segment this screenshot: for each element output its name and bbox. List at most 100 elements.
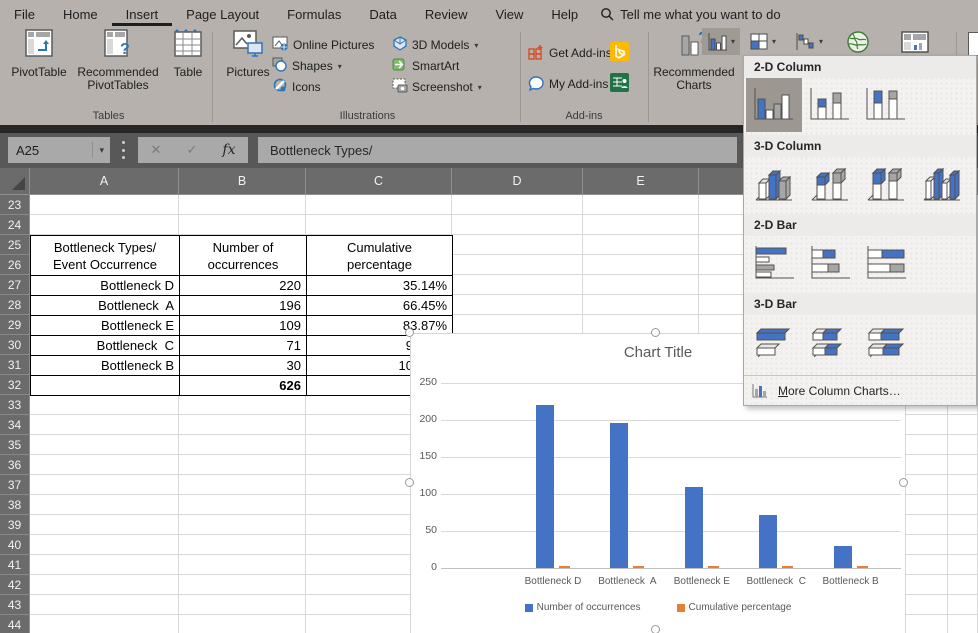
table-row-label[interactable]: Bottleneck D — [31, 276, 180, 296]
column-header-B[interactable]: B — [179, 168, 306, 195]
bar-cumulative-5[interactable] — [857, 566, 868, 568]
column-header-E[interactable]: E — [583, 168, 699, 195]
chart-option-column-3d-clustered[interactable] — [746, 157, 802, 211]
row-header-36[interactable]: 36 — [0, 455, 30, 475]
bar-occurrences-3[interactable] — [685, 487, 703, 568]
table-header-cell[interactable]: Number ofoccurrences — [180, 236, 307, 276]
row-header-30[interactable]: 30 — [0, 335, 30, 355]
chart-resize-handle-middle-left[interactable] — [405, 478, 414, 487]
recommended-pivottables-button[interactable]: ? RecommendedPivotTables — [72, 28, 164, 92]
row-header-43[interactable]: 43 — [0, 595, 30, 615]
table-header-cell[interactable]: Bottleneck Types/Event Occurrence — [31, 236, 180, 276]
tab-home[interactable]: Home — [49, 2, 112, 26]
table-row-cumulative[interactable]: 66.45% — [307, 296, 453, 316]
row-header-31[interactable]: 31 — [0, 355, 30, 375]
chart-option-bar-2d-clustered[interactable] — [746, 236, 802, 290]
icons-button[interactable]: Icons — [272, 78, 321, 96]
bar-occurrences-4[interactable] — [759, 515, 777, 568]
my-addins-button[interactable]: My Add-ins▾ — [528, 75, 617, 93]
chart-option-column-3d[interactable] — [914, 157, 970, 211]
table-row-label[interactable]: Bottleneck E — [31, 316, 180, 336]
row-header-33[interactable]: 33 — [0, 395, 30, 415]
bar-occurrences-1[interactable] — [536, 405, 554, 568]
pictures-button[interactable]: Pictures — [222, 28, 274, 79]
tab-review[interactable]: Review — [411, 2, 482, 26]
column-header-D[interactable]: D — [452, 168, 583, 195]
bar-occurrences-2[interactable] — [610, 423, 628, 568]
row-header-24[interactable]: 24 — [0, 215, 30, 235]
data-table[interactable]: Bottleneck Types/Event OccurrenceNumber … — [30, 235, 453, 396]
insert-waterfall-chart-button[interactable]: ▾ — [790, 28, 828, 55]
row-header-39[interactable]: 39 — [0, 515, 30, 535]
smartart-button[interactable]: SmartArt — [392, 57, 459, 75]
row-header-34[interactable]: 34 — [0, 415, 30, 435]
table-total-cell[interactable]: 626 — [180, 376, 307, 396]
online-pictures-button[interactable]: Online Pictures — [272, 36, 374, 54]
table-row-occurrences[interactable]: 220 — [180, 276, 307, 296]
screenshot-button[interactable]: Screenshot▾ — [392, 78, 482, 96]
tab-formulas[interactable]: Formulas — [273, 2, 355, 26]
name-box[interactable]: A25 ▾ — [8, 137, 110, 163]
chart-resize-handle-middle-right[interactable] — [899, 478, 908, 487]
shapes-button[interactable]: Shapes▾ — [272, 57, 342, 75]
table-header-cell[interactable]: Cumulativepercentage — [307, 236, 453, 276]
row-header-29[interactable]: 29 — [0, 315, 30, 335]
row-header-26[interactable]: 26 — [0, 255, 30, 275]
table-row-label[interactable]: Bottleneck B — [31, 356, 180, 376]
row-header-44[interactable]: 44 — [0, 615, 30, 633]
enter-icon[interactable]: ✓ — [186, 142, 197, 158]
3d-models-button[interactable]: 3D Models▾ — [392, 36, 478, 54]
tab-insert[interactable]: Insert — [112, 2, 173, 26]
chart-option-bar-3d-stacked[interactable] — [802, 315, 858, 369]
bar-occurrences-5[interactable] — [834, 546, 852, 568]
insert-function-icon[interactable]: fx — [222, 142, 235, 158]
formula-input[interactable]: Bottleneck Types/ — [258, 137, 737, 163]
row-header-28[interactable]: 28 — [0, 295, 30, 315]
chart-option-bar-2d-stacked[interactable] — [802, 236, 858, 290]
maps-button[interactable] — [840, 28, 876, 55]
row-header-38[interactable]: 38 — [0, 495, 30, 515]
tab-data[interactable]: Data — [355, 2, 410, 26]
insert-column-chart-button[interactable]: ▾ — [702, 28, 740, 55]
tab-help[interactable]: Help — [537, 2, 592, 26]
row-header-41[interactable]: 41 — [0, 555, 30, 575]
cancel-icon[interactable]: ✕ — [151, 142, 162, 158]
row-header-23[interactable]: 23 — [0, 195, 30, 215]
table-row-occurrences[interactable]: 71 — [180, 336, 307, 356]
select-all-button[interactable] — [0, 168, 30, 195]
chart-option-bar-3d-100-stacked[interactable] — [858, 315, 914, 369]
row-header-32[interactable]: 32 — [0, 375, 30, 395]
chart-resize-handle-top-center[interactable] — [651, 328, 660, 337]
table-empty-cell[interactable] — [31, 376, 180, 396]
row-header-25[interactable]: 25 — [0, 235, 30, 255]
excel-addin-icon[interactable] — [610, 73, 629, 91]
pivottable-button[interactable]: PivotTable — [8, 28, 70, 79]
chart-legend[interactable]: Number of occurrencesCumulative percenta… — [411, 602, 905, 613]
tab-page-layout[interactable]: Page Layout — [172, 2, 273, 26]
row-header-42[interactable]: 42 — [0, 575, 30, 595]
bar-cumulative-2[interactable] — [633, 566, 644, 568]
more-column-charts-menu-item[interactable]: More Column Charts… — [744, 375, 976, 405]
row-header-35[interactable]: 35 — [0, 435, 30, 455]
tab-file[interactable]: File — [0, 2, 49, 26]
tell-me-search[interactable]: Tell me what you want to do — [600, 7, 780, 22]
bar-cumulative-4[interactable] — [782, 566, 793, 568]
row-header-27[interactable]: 27 — [0, 275, 30, 295]
chart-resize-handle-bottom-center[interactable] — [651, 625, 660, 633]
get-addins-button[interactable]: Get Add-ins — [528, 44, 612, 62]
table-row-occurrences[interactable]: 196 — [180, 296, 307, 316]
chart-option-column-2d-100-stacked[interactable] — [858, 78, 914, 132]
table-row-occurrences[interactable]: 30 — [180, 356, 307, 376]
chart-option-column-2d-clustered-selected[interactable] — [746, 78, 802, 132]
insert-hierarchy-chart-button[interactable]: ▾ — [744, 28, 782, 55]
pivotchart-button[interactable] — [893, 28, 937, 55]
formula-bar-grip[interactable] — [122, 141, 126, 159]
bar-cumulative-3[interactable] — [708, 566, 719, 568]
column-header-C[interactable]: C — [306, 168, 452, 195]
column-header-A[interactable]: A — [30, 168, 179, 195]
table-row-label[interactable]: Bottleneck C — [31, 336, 180, 356]
table-row-label[interactable]: Bottleneck A — [31, 296, 180, 316]
tab-view[interactable]: View — [481, 2, 537, 26]
chart-option-bar-2d-100-stacked[interactable] — [858, 236, 914, 290]
table-row-cumulative[interactable]: 35.14% — [307, 276, 453, 296]
